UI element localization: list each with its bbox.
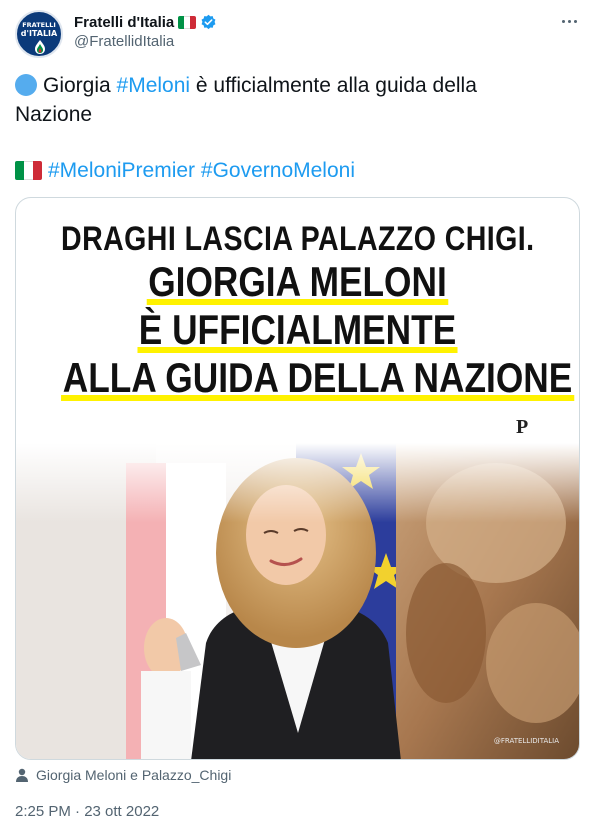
tweet-timestamp[interactable]: 2:25 PM · 23 ott 2022 — [15, 803, 159, 820]
brand-logo: P — [516, 416, 529, 438]
caption-text[interactable]: Giorgia Meloni e Palazzo_Chigi — [36, 767, 231, 783]
verified-badge-icon — [201, 14, 216, 29]
flame-icon — [35, 40, 45, 54]
person-tag-icon — [16, 768, 28, 782]
tweet-text-prefix: Giorgia — [43, 74, 117, 97]
tweet-text-suffix: è ufficialmente alla guida della — [190, 74, 477, 97]
italy-flag-emoji-icon — [15, 161, 42, 180]
hashtag-meloni-link[interactable]: #Meloni — [117, 74, 191, 97]
media-caption[interactable]: Giorgia Meloni e Palazzo_Chigi — [15, 767, 231, 783]
hashtag-melonipremier-link[interactable]: #MeloniPremier — [48, 159, 195, 182]
avatar[interactable]: FRATELLI d'ITALIA — [15, 10, 63, 58]
tweet-header: FRATELLI d'ITALIA Fratelli d'Italia @Fra… — [15, 10, 581, 58]
image-headline-2-text: GIORGIA MELONI — [146, 258, 449, 305]
name-row: Fratelli d'Italia — [74, 12, 217, 32]
image-headline-3-text: È UFFICIALMENTE — [137, 306, 458, 353]
hashtag-line: #MeloniPremier #GovernoMeloni — [15, 156, 355, 185]
image-headline-4: ALLA GUIDA DELLA NAZIONE — [61, 354, 574, 402]
avatar-text-line1: FRATELLI — [22, 21, 56, 29]
photo-illustration — [16, 443, 579, 759]
image-watermark: @FRATELLIDITALIA — [493, 737, 559, 745]
avatar-text-line2: d'ITALIA — [20, 29, 58, 38]
image-headline-4-text: ALLA GUIDA DELLA NAZIONE — [61, 354, 574, 401]
hashtag-governomeloni-link[interactable]: #GovernoMeloni — [201, 159, 355, 182]
tweet-text: Giorgia #Meloni è ufficialmente alla gui… — [15, 71, 575, 129]
display-name[interactable]: Fratelli d'Italia — [74, 14, 174, 31]
blue-circle-emoji-icon — [15, 74, 37, 96]
handle[interactable]: @FratellidItalia — [74, 33, 174, 50]
image-headline-1: DRAGHI LASCIA PALAZZO CHIGI. — [61, 220, 535, 258]
tweet-text-line2: Nazione — [15, 103, 93, 126]
image-headline-2: GIORGIA MELONI — [61, 258, 534, 306]
tweet-media-image[interactable]: DRAGHI LASCIA PALAZZO CHIGI. GIORGIA MEL… — [15, 197, 580, 760]
more-options-icon[interactable] — [559, 14, 579, 28]
image-headline-3: È UFFICIALMENTE — [61, 306, 534, 354]
italy-flag-icon — [178, 15, 197, 29]
